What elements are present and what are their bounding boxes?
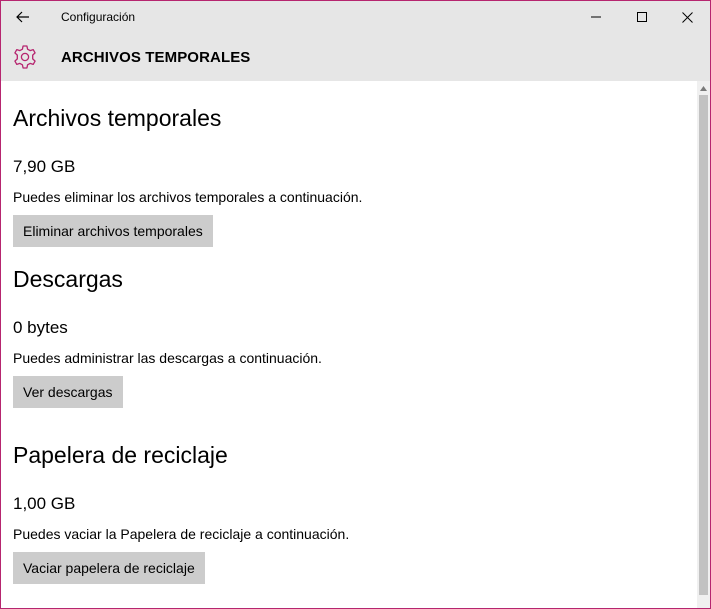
- settings-window: Configuración ARCHIVOS TEMPORALES Archiv…: [0, 0, 711, 609]
- recycle-bin-size-row: 1,00 GB: [13, 494, 75, 514]
- minimize-button[interactable]: [573, 1, 619, 33]
- content-area: Archivos temporales 7,90 GB Puedes elimi…: [1, 81, 697, 608]
- recycle-bin-desc-row: Puedes vaciar la Papelera de reciclaje a…: [13, 526, 349, 542]
- downloads-description: Puedes administrar las descargas a conti…: [13, 350, 322, 366]
- scroll-thumb[interactable]: [699, 95, 708, 595]
- temp-files-desc-row: Puedes eliminar los archivos temporales …: [13, 189, 362, 205]
- temp-files-section: Archivos temporales: [13, 105, 221, 132]
- maximize-button[interactable]: [619, 1, 665, 33]
- section-heading: Archivos temporales: [13, 105, 222, 131]
- app-title: Configuración: [61, 10, 136, 24]
- vertical-scrollbar[interactable]: [697, 81, 710, 608]
- back-button[interactable]: [9, 3, 37, 31]
- recycle-bin-button-row: Vaciar papelera de reciclaje: [13, 552, 205, 584]
- section-heading: Descargas: [13, 266, 123, 292]
- temp-files-description: Puedes eliminar los archivos temporales …: [13, 189, 363, 205]
- minimize-icon: [591, 16, 601, 18]
- recycle-bin-description: Puedes vaciar la Papelera de reciclaje a…: [13, 526, 350, 542]
- downloads-size: 0 bytes: [13, 318, 68, 337]
- downloads-desc-row: Puedes administrar las descargas a conti…: [13, 350, 322, 366]
- view-downloads-button[interactable]: Ver descargas: [13, 376, 123, 408]
- page-header: ARCHIVOS TEMPORALES: [1, 33, 710, 81]
- downloads-button-row: Ver descargas: [13, 376, 123, 408]
- downloads-section: Descargas: [13, 266, 123, 293]
- delete-temp-files-button[interactable]: Eliminar archivos temporales: [13, 215, 213, 247]
- temp-files-size-row: 7,90 GB: [13, 157, 75, 177]
- chevron-up-icon: [700, 85, 707, 91]
- gear-icon: [14, 45, 36, 69]
- title-bar: Configuración: [1, 1, 710, 33]
- recycle-bin-size: 1,00 GB: [13, 494, 76, 513]
- empty-recycle-bin-button[interactable]: Vaciar papelera de reciclaje: [13, 552, 205, 584]
- back-arrow-icon: [16, 11, 29, 23]
- close-icon: [681, 11, 693, 23]
- downloads-size-row: 0 bytes: [13, 318, 68, 338]
- temp-files-size: 7,90 GB: [13, 157, 76, 176]
- maximize-icon: [637, 12, 647, 22]
- scroll-up-button[interactable]: [697, 81, 710, 95]
- recycle-bin-section: Papelera de reciclaje: [13, 442, 228, 469]
- section-heading: Papelera de reciclaje: [13, 442, 228, 468]
- page-title: ARCHIVOS TEMPORALES: [61, 49, 251, 66]
- temp-files-button-row: Eliminar archivos temporales: [13, 215, 213, 247]
- close-button[interactable]: [664, 1, 710, 33]
